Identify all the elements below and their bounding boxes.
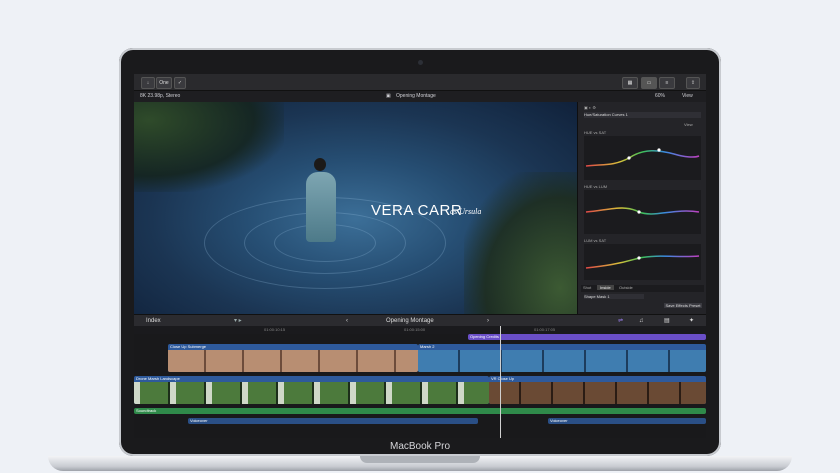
inspector-view-dropdown[interactable]: View xyxy=(684,122,693,127)
inspector-tab-icons[interactable]: ▣ ◐ ⚙ xyxy=(584,105,596,110)
curve-label: HUE vs SAT xyxy=(584,130,607,135)
clip-label: Voiceover xyxy=(190,418,208,423)
figure-head xyxy=(314,158,326,171)
video-clip[interactable]: Drone Marsh Landscape xyxy=(134,376,489,404)
playhead[interactable] xyxy=(500,326,501,438)
timecode: 01:00:17:05 xyxy=(534,327,556,332)
title-clip[interactable]: Opening Credits xyxy=(468,334,706,340)
video-clip[interactable]: VR Close Up xyxy=(489,376,706,404)
clapper-icon: ▣ xyxy=(386,93,391,99)
zoom-dropdown[interactable]: 60% xyxy=(655,91,665,102)
tab-shot[interactable]: Shot xyxy=(583,285,591,290)
view-dropdown[interactable]: View xyxy=(682,91,693,102)
share-button[interactable]: One xyxy=(156,77,172,89)
tab-inside[interactable]: Inside xyxy=(597,285,614,290)
filmstrip xyxy=(489,382,706,404)
viewer-info-bar: 8K 23.98p, Stereo ▣ Opening Montage 60% … xyxy=(134,91,706,102)
curve-graph xyxy=(585,255,700,269)
inspector-toggle-icon[interactable]: ≡ xyxy=(659,77,675,89)
base-notch xyxy=(360,456,480,463)
effect-name[interactable]: Hue/Saturation Curves 1 xyxy=(584,112,701,118)
project-title: Opening Montage xyxy=(396,93,436,99)
filmstrip xyxy=(418,350,706,372)
format-label: 8K 23.98p, Stereo xyxy=(140,93,181,99)
device-brand: MacBook Pro xyxy=(389,441,451,452)
camera-dot xyxy=(418,60,423,65)
share-export-icon[interactable]: ⇪ xyxy=(686,77,700,89)
curve-label: LUM vs SAT xyxy=(584,238,607,243)
mask-tab-bar: Shot Inside Outside xyxy=(581,285,704,292)
title-name: VERA CARR xyxy=(371,202,463,219)
audio-clip[interactable]: Soundtrack xyxy=(134,408,706,414)
curve-graph xyxy=(585,148,700,167)
audio-clip[interactable]: Voiceover xyxy=(548,418,706,424)
filmstrip xyxy=(168,350,418,372)
figure-body xyxy=(306,172,336,242)
import-icon[interactable]: ↓ xyxy=(141,77,155,89)
keywords-icon[interactable]: ✓ xyxy=(174,77,186,89)
timeline-toggle-icon[interactable]: ▭ xyxy=(641,77,657,89)
foliage-left xyxy=(134,102,284,192)
video-viewer[interactable]: VERA CARR as Ursula xyxy=(134,102,577,314)
filmstrip xyxy=(134,382,489,404)
timecode: 01:00:10:15 xyxy=(264,327,286,332)
save-preset-button[interactable]: Save Effects Preset xyxy=(664,303,702,308)
app-toolbar: ↓ One ✓ ▦ ▭ ≡ ⇪ xyxy=(134,74,706,91)
timeline-tracks[interactable]: Opening Credits Close Up Submerge Marsh … xyxy=(134,334,706,438)
lum-sat-curve[interactable] xyxy=(584,244,701,280)
shape-mask-row[interactable]: Shape Mask 1 xyxy=(584,294,644,299)
audio-clip[interactable]: Voiceover xyxy=(188,418,478,424)
timeline-ruler: 01:00:10:15 01:00:15:00 01:00:17:05 xyxy=(134,326,706,334)
hue-lum-curve[interactable] xyxy=(584,190,701,234)
timecode: 01:00:15:00 xyxy=(404,327,426,332)
tab-outside[interactable]: Outside xyxy=(619,285,633,290)
app-screen: ↓ One ✓ ▦ ▭ ≡ ⇪ 8K 23.98p, Stereo ▣ Open… xyxy=(134,74,706,438)
clip-label: Soundtrack xyxy=(136,408,157,413)
clip-label: Voiceover xyxy=(550,418,568,423)
browser-toggle-icon[interactable]: ▦ xyxy=(622,77,638,89)
curve-graph xyxy=(585,207,700,215)
video-clip[interactable]: Close Up Submerge xyxy=(168,344,418,372)
clip-label: Opening Credits xyxy=(470,334,499,339)
curve-label: HUE vs LUM xyxy=(584,184,608,189)
foliage-right xyxy=(464,172,577,314)
title-role: as Ursula xyxy=(450,207,482,216)
hue-sat-curve[interactable] xyxy=(584,136,701,180)
inspector-panel: ▣ ◐ ⚙ Hue/Saturation Curves 1 View HUE v… xyxy=(577,102,706,314)
video-clip[interactable]: Marsh 2 xyxy=(418,344,706,372)
